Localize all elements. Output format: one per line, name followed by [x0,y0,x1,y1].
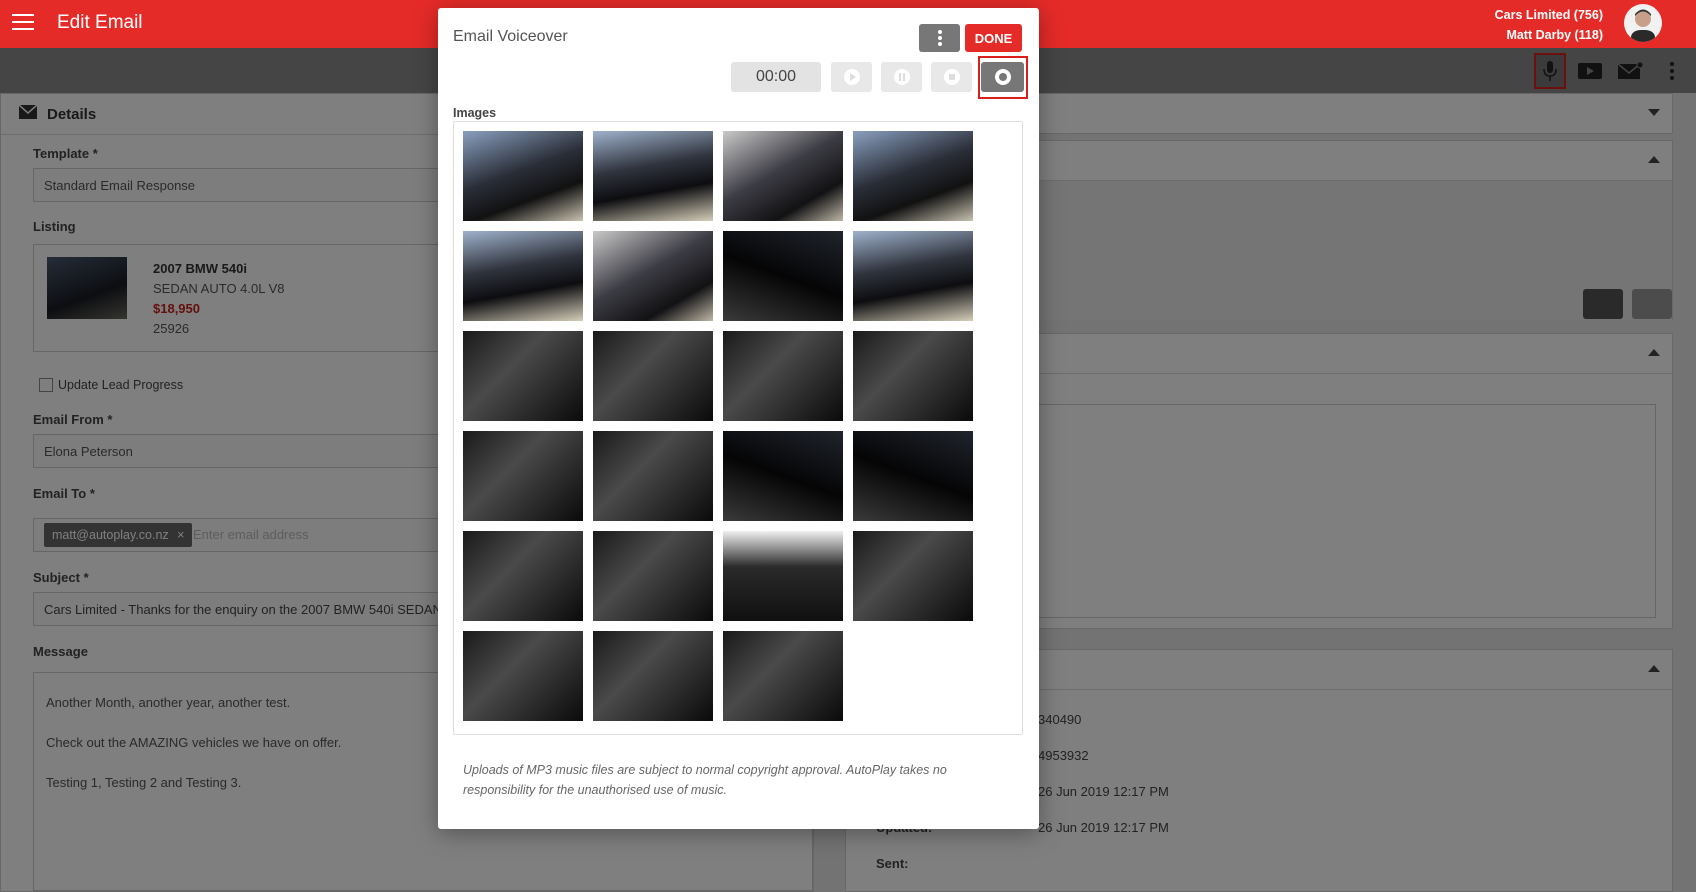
more-vertical-icon[interactable] [919,24,960,52]
gallery-image[interactable] [853,331,973,421]
stop-button[interactable] [931,62,972,92]
images-label: Images [453,106,497,120]
gallery-image[interactable] [463,631,583,721]
avatar[interactable] [1624,4,1662,42]
gallery-image[interactable] [723,631,843,721]
gallery-image[interactable] [463,531,583,621]
pause-button[interactable] [881,62,922,92]
gallery-image[interactable] [853,431,973,521]
gallery-image[interactable] [593,631,713,721]
gallery-image[interactable] [723,531,843,621]
gallery-image[interactable] [723,131,843,221]
account-user: Matt Darby (118) [1506,28,1603,42]
gallery-image[interactable] [853,231,973,321]
voiceover-modal: Email Voiceover DONE 00:00 Images Upload… [438,8,1039,829]
play-button[interactable] [831,62,872,92]
gallery-image[interactable] [593,331,713,421]
gallery-image[interactable] [723,331,843,421]
gallery-image[interactable] [593,131,713,221]
account-info[interactable]: Cars Limited (756) Matt Darby (118) [1495,5,1603,45]
account-company: Cars Limited (756) [1494,8,1603,22]
modal-title: Email Voiceover [453,28,568,45]
gallery-image[interactable] [463,331,583,421]
gallery-image[interactable] [853,531,973,621]
gallery-image[interactable] [463,131,583,221]
record-button[interactable] [981,62,1024,92]
gallery-image[interactable] [853,131,973,221]
done-button[interactable]: DONE [965,24,1022,52]
recording-timer: 00:00 [731,62,821,92]
gallery-image[interactable] [593,431,713,521]
menu-icon[interactable] [12,14,34,32]
gallery-image[interactable] [463,231,583,321]
gallery-image[interactable] [593,531,713,621]
page-title: Edit Email [57,12,143,33]
image-gallery [453,121,1023,735]
gallery-image[interactable] [723,231,843,321]
gallery-image[interactable] [723,431,843,521]
gallery-image[interactable] [593,231,713,321]
gallery-image[interactable] [463,431,583,521]
music-disclaimer: Uploads of MP3 music files are subject t… [463,763,947,797]
